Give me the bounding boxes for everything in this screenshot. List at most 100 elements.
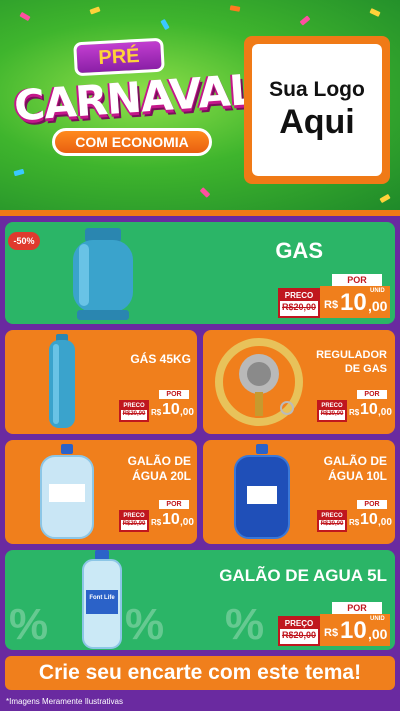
product-card-galao-20l[interactable]: GALÃO DE ÁGUA 20L POR PRECO R$20,00 R$ 1…	[5, 440, 197, 544]
price-new-box: R$ 10 ,00	[149, 509, 195, 532]
bottle-label: Font Life	[89, 595, 115, 601]
price-new-box: R$ 10 ,00	[347, 509, 393, 532]
percent-decoration: %	[9, 600, 49, 649]
product-name-line2: DE GAS	[344, 363, 387, 375]
confetti	[369, 8, 381, 17]
price-old-value: R$20,00	[122, 411, 146, 417]
logo-text-line2: Aqui	[279, 103, 355, 141]
price-old-box: PRECO R$20,00	[317, 400, 347, 422]
price-old-value: R$20,00	[320, 521, 344, 527]
header-banner: PRÉ CARNAVAL COM ECONOMIA Sua Logo Aqui	[0, 0, 400, 210]
price-por-label: POR	[357, 500, 387, 509]
price-por-label: POR	[332, 602, 382, 614]
price-tag: POR PRECO R$20,00 R$ 10 ,00	[119, 500, 195, 532]
price-preco-label: PRECO	[319, 512, 345, 520]
create-flyer-button[interactable]: Crie seu encarte com este tema!	[5, 656, 395, 690]
gas-45kg-cylinder-image	[49, 334, 75, 428]
price-integer: 10	[162, 511, 180, 528]
price-integer: 10	[340, 617, 367, 644]
price-old-value: R$20,00	[281, 630, 317, 640]
confetti	[89, 6, 101, 15]
carnaval-label: CARNAVAL	[12, 64, 257, 131]
product-name-line1: GALÃO DE	[323, 454, 387, 468]
product-name: GÁS 45KG	[130, 352, 191, 366]
price-decimal: ,00	[378, 517, 392, 528]
product-name: GALÃO DE ÁGUA 10L	[324, 454, 387, 484]
gas-cylinder-image	[73, 228, 133, 320]
price-integer: 10	[162, 401, 180, 418]
product-card-galao-10l[interactable]: GALÃO DE ÁGUA 10L POR PRECO R$20,00 R$ 1…	[203, 440, 395, 544]
price-preco-label: PRECO	[280, 290, 318, 301]
disclaimer-text: *Imagens Meramente Ilustrativas	[6, 697, 123, 706]
price-tag: POR PREÇO R$20,00 R$ 10 ,00 UNID	[278, 602, 390, 646]
price-por-label: POR	[332, 274, 382, 286]
confetti	[199, 187, 211, 198]
price-currency: R$	[151, 408, 162, 417]
price-old-box: PREÇO R$20,00	[278, 616, 320, 646]
price-decimal: ,00	[368, 626, 388, 642]
logo-placeholder[interactable]: Sua Logo Aqui	[244, 36, 390, 184]
price-currency: R$	[324, 627, 339, 639]
price-old-value: R$20,00	[320, 411, 344, 417]
price-old-value: R$20,00	[281, 302, 317, 312]
price-integer: 10	[360, 511, 378, 528]
percent-decoration: %	[225, 600, 265, 649]
price-old-box: PRECO R$20,00	[119, 510, 149, 532]
confetti	[160, 18, 170, 31]
economia-label: COM ECONOMIA	[52, 128, 212, 156]
price-new-box: R$ 10 ,00 UNID	[320, 614, 390, 646]
price-new-box: R$ 10 ,00	[347, 399, 393, 422]
water-jug-10l-image	[234, 444, 290, 539]
price-preco-label: PRECO	[121, 512, 147, 520]
price-unit: UNID	[370, 288, 385, 294]
product-card-galao-5l[interactable]: % % % Font Life GALÃO DE AGUA 5L POR PRE…	[5, 550, 395, 650]
confetti	[19, 11, 31, 22]
price-old-box: PRECO R$20,00	[317, 510, 347, 532]
price-por-label: POR	[357, 390, 387, 399]
price-old-box: PRECO R$20,00	[119, 400, 149, 422]
price-preco-label: PREÇO	[280, 618, 318, 629]
price-decimal: ,00	[368, 298, 388, 314]
product-name: REGULADOR DE GAS	[316, 348, 387, 376]
price-preco-label: PRECO	[319, 402, 345, 410]
product-name-line1: GALÃO DE	[127, 454, 191, 468]
product-card-gas-45kg[interactable]: GÁS 45KG POR PRECO R$20,00 R$ 10 ,00	[5, 330, 197, 434]
price-decimal: ,00	[378, 407, 392, 418]
price-decimal: ,00	[180, 407, 194, 418]
price-new-box: R$ 10 ,00	[149, 399, 195, 422]
price-old-box: PRECO R$20,00	[278, 288, 320, 318]
price-integer: 10	[340, 289, 367, 316]
carnaval-title: PRÉ CARNAVAL COM ECONOMIA	[12, 37, 257, 180]
price-currency: R$	[324, 299, 339, 311]
product-card-gas[interactable]: GAS POR PRECO R$20,00 R$ 10 ,00 UNID	[5, 222, 395, 324]
confetti	[379, 193, 391, 204]
logo-text-line1: Sua Logo	[269, 78, 365, 101]
divider-bar	[0, 210, 400, 216]
logo-inner: Sua Logo Aqui	[252, 44, 382, 176]
price-preco-label: PRECO	[121, 402, 147, 410]
price-tag: POR PRECO R$20,00 R$ 10 ,00	[317, 390, 393, 422]
product-name-line2: ÁGUA 10L	[328, 469, 387, 483]
confetti	[229, 5, 241, 12]
product-name: GALÃO DE ÁGUA 20L	[128, 454, 191, 484]
price-new-box: R$ 10 ,00 UNID	[320, 286, 390, 318]
price-old-value: R$20,00	[122, 521, 146, 527]
product-name: GALÃO DE AGUA 5L	[219, 566, 387, 585]
water-jug-20l-image	[40, 444, 94, 539]
price-por-label: POR	[159, 390, 189, 399]
price-integer: 10	[360, 401, 378, 418]
price-tag: POR PRECO R$20,00 R$ 10 ,00	[317, 500, 393, 532]
percent-decoration: %	[125, 600, 165, 649]
product-name: GAS	[275, 238, 323, 263]
price-unit: UNID	[370, 616, 385, 622]
price-por-label: POR	[159, 500, 189, 509]
price-tag: POR PRECO R$20,00 R$ 10 ,00	[119, 390, 195, 422]
regulator-image	[215, 338, 303, 426]
product-name-line1: REGULADOR	[316, 349, 387, 361]
product-name-line2: ÁGUA 20L	[132, 469, 191, 483]
price-decimal: ,00	[180, 517, 194, 528]
price-currency: R$	[349, 408, 360, 417]
discount-badge: -50%	[8, 232, 40, 250]
product-card-regulador[interactable]: REGULADOR DE GAS POR PRECO R$20,00 R$ 10…	[203, 330, 395, 434]
confetti	[299, 15, 311, 26]
